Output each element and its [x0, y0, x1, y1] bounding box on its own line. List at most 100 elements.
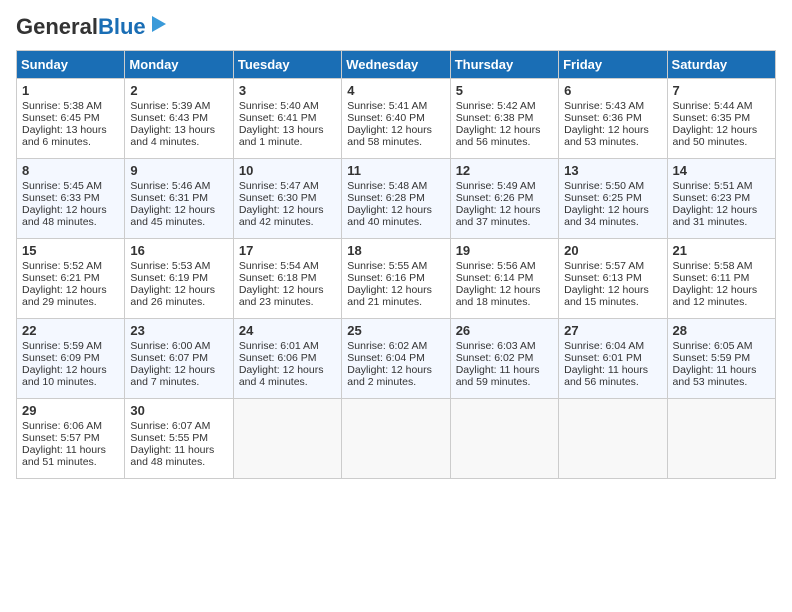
- day-info-line: Sunrise: 5:50 AM: [564, 180, 661, 192]
- calendar-table: SundayMondayTuesdayWednesdayThursdayFrid…: [16, 50, 776, 479]
- calendar-week-row: 1Sunrise: 5:38 AMSunset: 6:45 PMDaylight…: [17, 79, 776, 159]
- day-info-line: Sunset: 6:26 PM: [456, 192, 553, 204]
- day-info-line: Sunrise: 5:52 AM: [22, 260, 119, 272]
- page-header: GeneralBlue: [16, 16, 776, 38]
- logo-arrow-icon: [148, 13, 170, 35]
- day-number: 16: [130, 243, 227, 258]
- day-info-line: Sunrise: 5:48 AM: [347, 180, 444, 192]
- day-info-line: Daylight: 12 hours and 58 minutes.: [347, 124, 444, 148]
- calendar-week-row: 15 Sunrise: 5:52 AMSunset: 6:21 PM Dayligh…: [17, 239, 776, 319]
- day-number: 1: [22, 83, 119, 98]
- calendar-day-cell: 30Sunrise: 6:07 AMSunset: 5:55 PMDayligh…: [125, 399, 233, 479]
- day-info-line: Sunrise: 6:05 AM: [673, 340, 770, 352]
- day-info-line: Sunrise: 5:47 AM: [239, 180, 336, 192]
- day-info-line: Sunrise: 5:46 AM: [130, 180, 227, 192]
- day-info-line: Daylight: 12 hours and 40 minutes.: [347, 204, 444, 228]
- calendar-day-cell: 6Sunrise: 5:43 AMSunset: 6:36 PMDaylight…: [559, 79, 667, 159]
- day-number: 8: [22, 163, 119, 178]
- calendar-day-cell: 28Sunrise: 6:05 AMSunset: 5:59 PMDayligh…: [667, 319, 775, 399]
- calendar-day-cell: 18Sunrise: 5:55 AMSunset: 6:16 PMDayligh…: [342, 239, 450, 319]
- day-info-line: Sunset: 6:41 PM: [239, 112, 336, 124]
- calendar-day-cell: [559, 399, 667, 479]
- calendar-day-cell: 21Sunrise: 5:58 AMSunset: 6:11 PMDayligh…: [667, 239, 775, 319]
- day-info-line: Sunset: 6:21 PM: [22, 272, 119, 284]
- day-info-line: Daylight: 12 hours and 50 minutes.: [673, 124, 770, 148]
- day-info-line: Daylight: 12 hours and 4 minutes.: [239, 364, 336, 388]
- day-info-line: Sunrise: 6:00 AM: [130, 340, 227, 352]
- day-info-line: Sunset: 6:31 PM: [130, 192, 227, 204]
- day-info-line: Sunset: 6:14 PM: [456, 272, 553, 284]
- day-info-line: Sunset: 6:04 PM: [347, 352, 444, 364]
- day-info-line: Daylight: 12 hours and 15 minutes.: [564, 284, 661, 308]
- day-number: 12: [456, 163, 553, 178]
- day-info-line: Daylight: 11 hours and 48 minutes.: [130, 444, 227, 468]
- day-info-line: Sunrise: 5:58 AM: [673, 260, 770, 272]
- day-info-line: Daylight: 12 hours and 18 minutes.: [456, 284, 553, 308]
- day-info-line: Daylight: 12 hours and 7 minutes.: [130, 364, 227, 388]
- day-number: 3: [239, 83, 336, 98]
- calendar-day-cell: 8Sunrise: 5:45 AMSunset: 6:33 PMDaylight…: [17, 159, 125, 239]
- day-info-line: Sunrise: 5:42 AM: [456, 100, 553, 112]
- day-of-week-header: Thursday: [450, 51, 558, 79]
- calendar-day-cell: [667, 399, 775, 479]
- calendar-day-cell: 25Sunrise: 6:02 AMSunset: 6:04 PMDayligh…: [342, 319, 450, 399]
- day-info-line: Sunrise: 5:59 AM: [22, 340, 119, 352]
- day-number: 20: [564, 243, 661, 258]
- day-number: 28: [673, 323, 770, 338]
- day-info-line: Daylight: 13 hours and 1 minute.: [239, 124, 336, 148]
- logo-text: GeneralBlue: [16, 16, 146, 38]
- logo: GeneralBlue: [16, 16, 170, 38]
- day-of-week-header: Sunday: [17, 51, 125, 79]
- calendar-header-row: SundayMondayTuesdayWednesdayThursdayFrid…: [17, 51, 776, 79]
- day-info-line: Sunset: 6:40 PM: [347, 112, 444, 124]
- day-info-line: Sunset: 6:07 PM: [130, 352, 227, 364]
- calendar-day-cell: 23 Sunrise: 6:00 AMSunset: 6:07 PMDayligh…: [125, 319, 233, 399]
- calendar-day-cell: 17Sunrise: 5:54 AMSunset: 6:18 PMDayligh…: [233, 239, 341, 319]
- day-info-line: Sunset: 6:33 PM: [22, 192, 119, 204]
- day-info-line: Sunrise: 5:44 AM: [673, 100, 770, 112]
- day-info-line: Daylight: 12 hours and 12 minutes.: [673, 284, 770, 308]
- day-number: 4: [347, 83, 444, 98]
- calendar-week-row: 22Sunrise: 5:59 AMSunset: 6:09 PMDayligh…: [17, 319, 776, 399]
- calendar-day-cell: 16Sunrise: 5:53 AMSunset: 6:19 PMDayligh…: [125, 239, 233, 319]
- calendar-day-cell: 1Sunrise: 5:38 AMSunset: 6:45 PMDaylight…: [17, 79, 125, 159]
- calendar-day-cell: 13Sunrise: 5:50 AMSunset: 6:25 PMDayligh…: [559, 159, 667, 239]
- day-info-line: Sunrise: 6:06 AM: [22, 420, 119, 432]
- day-number: 25: [347, 323, 444, 338]
- day-info-line: Daylight: 12 hours and 31 minutes.: [673, 204, 770, 228]
- day-info-line: Sunrise: 5:39 AM: [130, 100, 227, 112]
- calendar-day-cell: 27Sunrise: 6:04 AMSunset: 6:01 PMDayligh…: [559, 319, 667, 399]
- day-number: 10: [239, 163, 336, 178]
- day-info-line: Daylight: 11 hours and 59 minutes.: [456, 364, 553, 388]
- day-info-line: Sunset: 6:16 PM: [347, 272, 444, 284]
- day-info-line: Sunset: 6:45 PM: [22, 112, 119, 124]
- day-info-line: Sunrise: 5:40 AM: [239, 100, 336, 112]
- day-number: 15: [22, 243, 119, 258]
- day-info-line: Sunrise: 5:55 AM: [347, 260, 444, 272]
- calendar-day-cell: [450, 399, 558, 479]
- day-info-line: Sunset: 5:59 PM: [673, 352, 770, 364]
- day-info-line: Sunrise: 5:56 AM: [456, 260, 553, 272]
- day-info-line: Sunset: 6:43 PM: [130, 112, 227, 124]
- day-info-line: Sunset: 6:18 PM: [239, 272, 336, 284]
- calendar-day-cell: 5Sunrise: 5:42 AMSunset: 6:38 PMDaylight…: [450, 79, 558, 159]
- day-info-line: Daylight: 12 hours and 21 minutes.: [347, 284, 444, 308]
- day-info-line: Daylight: 12 hours and 23 minutes.: [239, 284, 336, 308]
- day-info-line: Sunrise: 6:02 AM: [347, 340, 444, 352]
- day-number: 23: [130, 323, 227, 338]
- day-number: 5: [456, 83, 553, 98]
- day-info-line: Daylight: 12 hours and 56 minutes.: [456, 124, 553, 148]
- day-info-line: Daylight: 12 hours and 37 minutes.: [456, 204, 553, 228]
- day-number: 29: [22, 403, 119, 418]
- day-of-week-header: Saturday: [667, 51, 775, 79]
- day-number: 14: [673, 163, 770, 178]
- day-info-line: Sunrise: 5:49 AM: [456, 180, 553, 192]
- day-number: 2: [130, 83, 227, 98]
- day-info-line: Daylight: 11 hours and 56 minutes.: [564, 364, 661, 388]
- calendar-day-cell: 12 Sunrise: 5:49 AMSunset: 6:26 PMDayligh…: [450, 159, 558, 239]
- day-info-line: Sunrise: 6:07 AM: [130, 420, 227, 432]
- day-of-week-header: Wednesday: [342, 51, 450, 79]
- day-info-line: Sunrise: 5:45 AM: [22, 180, 119, 192]
- calendar-day-cell: 22Sunrise: 5:59 AMSunset: 6:09 PMDayligh…: [17, 319, 125, 399]
- day-info-line: Sunset: 6:28 PM: [347, 192, 444, 204]
